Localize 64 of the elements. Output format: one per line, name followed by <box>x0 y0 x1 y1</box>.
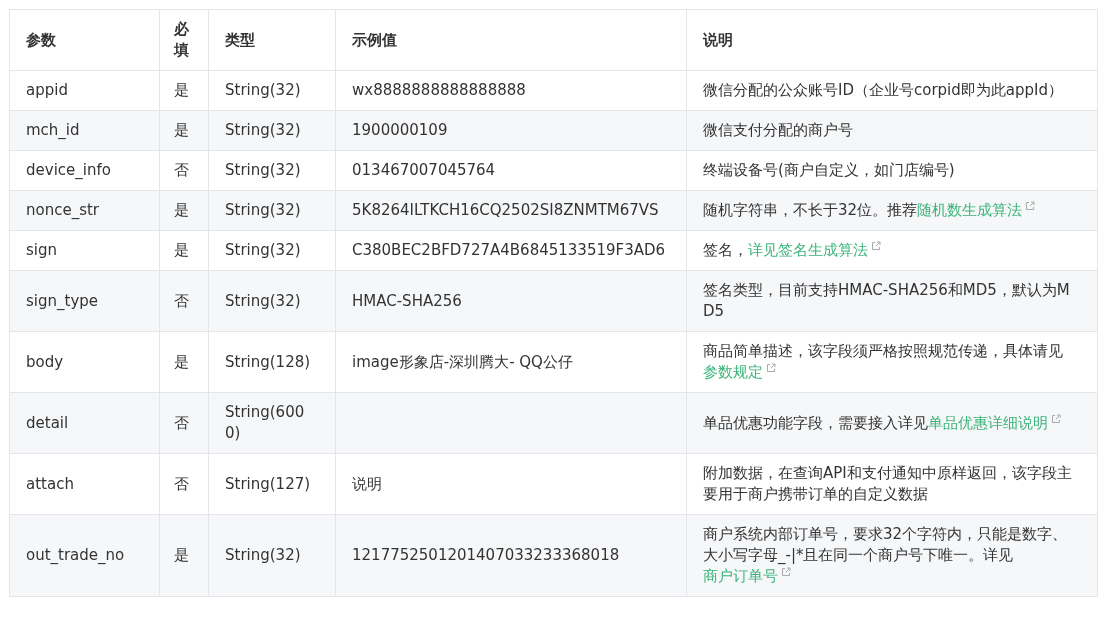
external-link-icon <box>1025 201 1036 211</box>
description-text: 商品简单描述，该字段须严格按照规范传递，具体请见 参数规定 <box>703 342 1063 381</box>
table-cell: 5K8264ILTKCH16CQ2502SI8ZNMTM67VS <box>335 190 687 231</box>
doc-link[interactable]: 详见签名生成算法 <box>748 241 868 259</box>
table-cell: mch_id <box>9 110 160 151</box>
table-cell: wx8888888888888888 <box>335 70 687 111</box>
description-text: 单品优惠功能字段，需要接入详见单品优惠详细说明 <box>703 413 1061 432</box>
description-text: 随机字符串，不长于32位。推荐随机数生成算法 <box>703 201 1036 219</box>
table-cell: String(127) <box>208 453 336 515</box>
table-cell: sign_type <box>9 270 160 332</box>
table-cell: 否 <box>159 270 209 332</box>
column-header: 示例值 <box>335 9 687 71</box>
table-cell: 1217752501201407033233368018 <box>335 514 687 597</box>
table-cell: 否 <box>159 392 209 454</box>
table-cell: String(32) <box>208 230 336 271</box>
table-cell: 是 <box>159 190 209 231</box>
external-link-icon <box>766 363 776 373</box>
table-cell: image形象店-深圳腾大- QQ公仔 <box>335 331 687 393</box>
table-cell: attach <box>9 453 160 515</box>
table-cell: 1900000109 <box>335 110 687 151</box>
table-cell: 否 <box>159 150 209 191</box>
table-cell: String(32) <box>208 70 336 111</box>
table-cell: 是 <box>159 110 209 151</box>
table-cell: String(32) <box>208 110 336 151</box>
description-text: 签名，详见签名生成算法 <box>703 241 881 259</box>
description-text: 附加数据，在查询API和支付通知中原样返回，该字段主要用于商户携带订单的自定义数据 <box>703 464 1072 503</box>
table-cell: 013467007045764 <box>335 150 687 191</box>
doc-link[interactable]: 随机数生成算法 <box>917 201 1023 219</box>
table-cell: device_info <box>9 150 160 191</box>
column-header: 说明 <box>686 9 1098 71</box>
description-text: 签名类型，目前支持HMAC-SHA256和MD5，默认为MD5 <box>703 281 1070 320</box>
table-cell: 是 <box>159 230 209 271</box>
doc-link[interactable]: 商户订单号 <box>703 567 778 585</box>
external-link-icon <box>781 567 791 577</box>
description-text: 微信分配的公众账号ID（企业号corpid即为此appId） <box>703 81 1063 99</box>
column-header: 类型 <box>208 9 336 71</box>
description-text: 商户系统内部订单号，要求32个字符内，只能是数字、大小写字母_-|*且在同一个商户号下唯一。详见 商户订单号 <box>703 525 1068 585</box>
table-cell: String(32) <box>208 270 336 332</box>
doc-link[interactable]: 参数规定 <box>703 363 763 381</box>
table-cell: 是 <box>159 331 209 393</box>
table-cell: C380BEC2BFD727A4B6845133519F3AD6 <box>335 230 687 271</box>
table-cell: 是 <box>159 514 209 597</box>
table-cell: String(32) <box>208 514 336 597</box>
column-header: 参数 <box>9 9 160 71</box>
table-cell: String(32) <box>208 190 336 231</box>
table-cell: 是 <box>159 70 209 111</box>
table-cell: HMAC-SHA256 <box>335 270 687 332</box>
table-cell: String(6000) <box>208 392 336 454</box>
table-cell: String(32) <box>208 150 336 191</box>
table-cell: 说明 <box>335 453 687 515</box>
description-text: 微信支付分配的商户号 <box>703 121 853 139</box>
external-link-icon <box>871 241 881 251</box>
table-cell: detail <box>9 392 160 454</box>
external-link-icon <box>1051 413 1061 424</box>
table-cell: body <box>9 331 160 393</box>
table-cell: String(128) <box>208 331 336 393</box>
table-cell: nonce_str <box>9 190 160 231</box>
table-cell: appid <box>9 70 160 111</box>
description-text: 终端设备号(商户自定义，如门店编号) <box>703 161 955 179</box>
table-cell: sign <box>9 230 160 271</box>
table-cell: 否 <box>159 453 209 515</box>
table-cell: out_trade_no <box>9 514 160 597</box>
doc-link[interactable]: 单品优惠详细说明 <box>928 413 1048 432</box>
column-header: 必填 <box>159 9 209 71</box>
